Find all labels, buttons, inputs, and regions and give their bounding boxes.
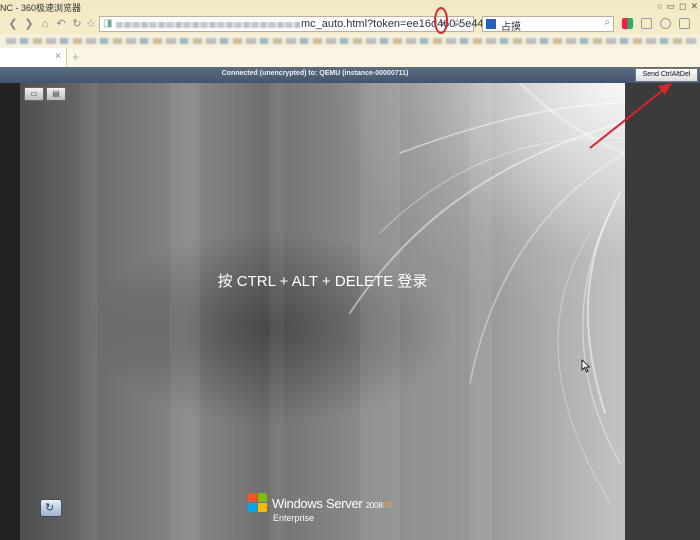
annotation-circle — [434, 7, 448, 34]
blurred-favorites — [6, 38, 696, 44]
reload-icon[interactable]: ↻ — [70, 17, 84, 31]
bookmark-star-icon[interactable]: ☆ — [452, 16, 463, 30]
shield-icon: ◨ — [103, 18, 113, 29]
tab-active[interactable]: × — [0, 48, 67, 67]
keyboard-toggle-button[interactable]: ▭ — [24, 87, 44, 101]
logo-edition: Enterprise — [273, 513, 315, 523]
restore-tab-icon[interactable]: ↶ — [54, 17, 68, 31]
blurred-host — [116, 22, 300, 28]
close-icon[interactable]: ✕ — [690, 1, 698, 12]
info-icon[interactable]: ○ — [657, 1, 662, 12]
clipboard-button[interactable]: ▤ — [46, 87, 66, 101]
browser-toolbar: ❮ ❯ ⌂ ↶ ↻ ☆ ◨ mc_auto.html?token=ee16d46… — [0, 14, 700, 34]
search-value: 占摸 — [501, 22, 521, 33]
minimize-icon[interactable]: ▭ — [666, 1, 675, 12]
user-icon[interactable] — [660, 18, 671, 29]
forward-icon[interactable]: ❯ — [22, 17, 36, 31]
ease-of-access-icon: ↻ — [45, 502, 55, 514]
windows-flag-icon — [248, 493, 268, 513]
send-ctrl-alt-del-button[interactable]: Send CtrlAltDel — [635, 68, 698, 82]
restore-icon[interactable]: ◻ — [679, 1, 686, 12]
vnc-status-bar: Connected (unencrypted) to: QEMU (instan… — [0, 67, 700, 83]
tab-close-icon[interactable]: × — [55, 51, 61, 62]
tab-strip: × + — [0, 48, 700, 68]
ease-of-access-button[interactable]: ↻ — [40, 499, 62, 517]
address-bar[interactable]: ◨ mc_auto.html?token=ee16d460-5e44-4893-… — [99, 16, 556, 32]
mouse-cursor-icon — [581, 359, 591, 373]
new-tab-button[interactable]: + — [72, 50, 79, 64]
window-controls: ○ ▭ ◻ ✕ — [657, 1, 698, 12]
windows-server-logo: Windows Server 2008R2 Enterprise — [248, 489, 418, 529]
menu-icon[interactable] — [679, 18, 690, 29]
right-panel — [625, 83, 700, 540]
search-box[interactable]: 占摸 ⌕ — [482, 16, 614, 33]
logo-brand: Windows Server 2008R2 — [272, 496, 392, 511]
window-title: NC - 360极速浏览器 — [0, 3, 82, 13]
vnc-status-text: Connected (unencrypted) to: QEMU (instan… — [221, 70, 409, 77]
remote-screen[interactable]: ▭ ▤ 按 CTRL + ALT + DELETE 登录 ↻ Windows S… — [20, 83, 625, 540]
home-icon[interactable]: ⌂ — [38, 17, 52, 31]
back-icon[interactable]: ❮ — [6, 17, 20, 31]
favorite-icon[interactable]: ☆ — [84, 17, 98, 31]
login-prompt: 按 CTRL + ALT + DELETE 登录 — [217, 273, 428, 290]
search-icon[interactable]: ⌕ — [604, 17, 610, 28]
search-engine-icon[interactable] — [486, 19, 496, 29]
logo-version: 2008 — [365, 501, 383, 510]
favorites-bar — [0, 34, 700, 48]
apps-icon[interactable] — [622, 18, 633, 29]
browser-title-bar: NC - 360极速浏览器 ○ ▭ ◻ ✕ — [0, 0, 700, 14]
background-streaks — [80, 83, 625, 540]
left-margin — [0, 83, 20, 540]
logo-brand-text: Windows Server — [272, 496, 363, 511]
extension-icon[interactable] — [641, 18, 652, 29]
logo-release: R2 — [382, 501, 392, 510]
